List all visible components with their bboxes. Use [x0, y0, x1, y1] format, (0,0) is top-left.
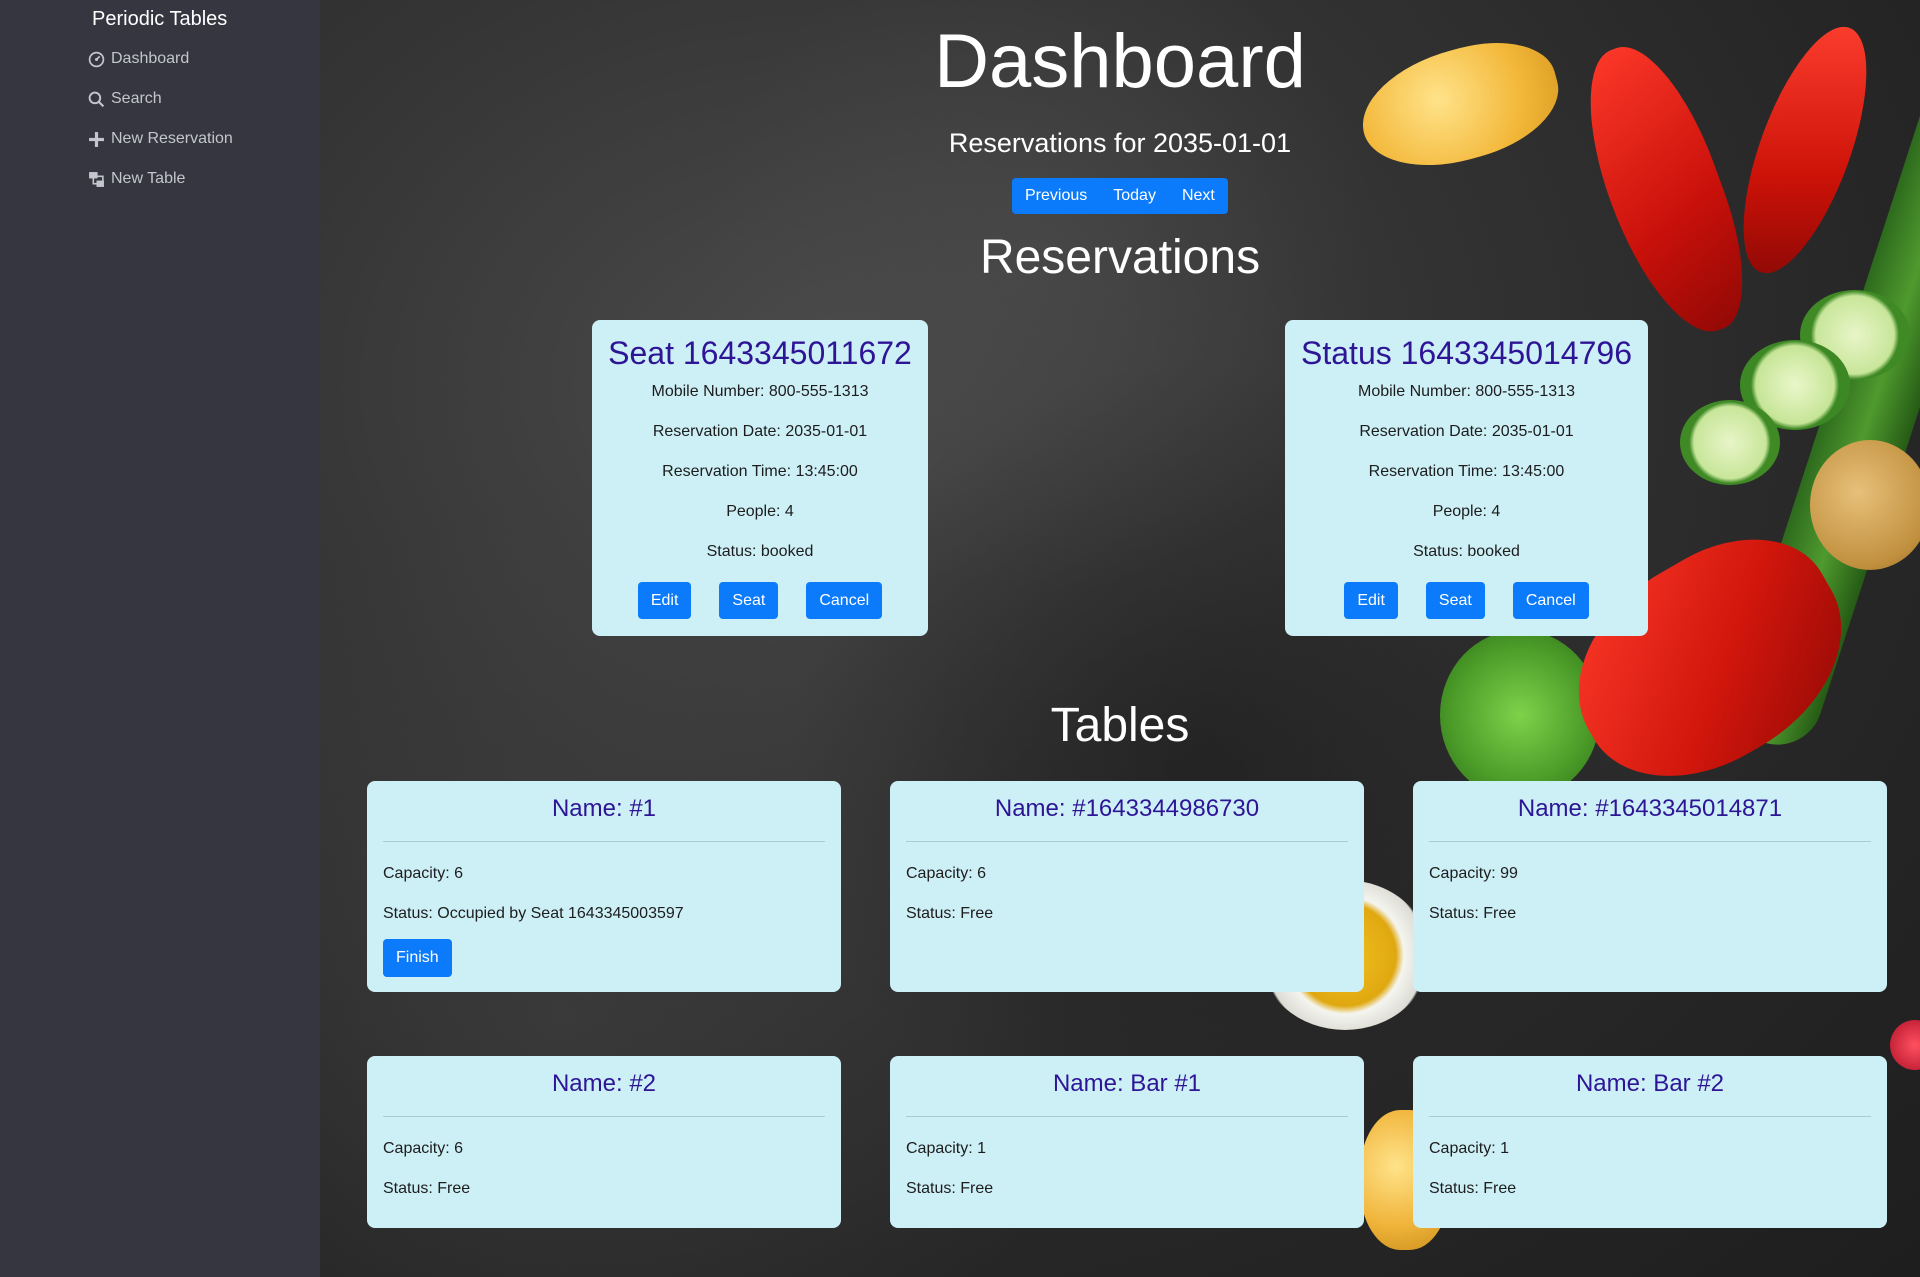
reservation-time: Reservation Time: 13:45:00 [662, 463, 858, 480]
next-button[interactable]: Next [1168, 178, 1228, 214]
table-status: Status: Free [1429, 1180, 1517, 1197]
radish-image [1890, 1020, 1920, 1070]
sidebar-item-label: New Table [111, 170, 186, 187]
finish-button[interactable]: Finish [383, 939, 452, 977]
today-button[interactable]: Today [1100, 178, 1169, 214]
reservation-card: Status 1643345014796 Mobile Number: 800-… [1285, 320, 1648, 636]
table-card: Name: Bar #1 Capacity: 1 Status: Free [890, 1056, 1364, 1228]
main-content: Dashboard Reservations for 2035-01-01 Pr… [320, 0, 1920, 1277]
potato-image [1810, 440, 1920, 570]
cancel-button[interactable]: Cancel [806, 582, 883, 619]
seat-button[interactable]: Seat [1425, 582, 1485, 619]
cancel-button[interactable]: Cancel [1512, 582, 1589, 619]
reservation-date: Reservation Date: 2035-01-01 [652, 423, 868, 440]
table-card: Name: #1643344986730 Capacity: 6 Status:… [890, 781, 1364, 992]
table-name: Name: #1643345014871 [1429, 781, 1871, 842]
table-status: Status: Free [1429, 905, 1517, 922]
table-capacity: Capacity: 1 [1429, 1140, 1510, 1157]
sidebar-item-search[interactable]: Search [88, 90, 162, 108]
dashboard-icon [88, 51, 105, 67]
reservation-card: Seat 1643345011672 Mobile Number: 800-55… [592, 320, 928, 636]
table-name: Name: #2 [383, 1056, 825, 1117]
table-status: Status: Occupied by Seat 1643345003597 [383, 905, 684, 922]
table-capacity: Capacity: 6 [906, 865, 987, 882]
reservation-heading: Seat 1643345011672 [608, 335, 912, 371]
table-capacity: Capacity: 6 [383, 1140, 464, 1157]
sidebar-item-new-table[interactable]: New Table [88, 170, 185, 188]
brand-title[interactable]: Periodic Tables [92, 8, 227, 31]
page-title: Dashboard [934, 19, 1306, 104]
zucchini-slice-image [1680, 400, 1780, 485]
plus-icon [89, 131, 104, 147]
mobile-number: Mobile Number: 800-555-1313 [1357, 383, 1575, 400]
reservation-date: Reservation Date: 2035-01-01 [1359, 423, 1574, 440]
table-status: Status: Free [383, 1180, 471, 1197]
tables-heading: Tables [1050, 699, 1190, 752]
sidebar-item-label: Dashboard [111, 50, 190, 67]
sidebar-item-new-reservation[interactable]: New Reservation [88, 130, 233, 148]
sidebar-item-label: Search [111, 90, 162, 107]
search-icon [88, 91, 105, 107]
table-card: Name: #1643345014871 Capacity: 99 Status… [1413, 781, 1887, 992]
table-card: Name: #1 Capacity: 6 Status: Occupied by… [367, 781, 841, 992]
previous-button[interactable]: Previous [1012, 178, 1101, 214]
table-status: Status: Free [906, 1180, 994, 1197]
table-name: Name: #1 [383, 781, 825, 842]
seat-button[interactable]: Seat [719, 582, 779, 619]
reservation-status: Status: booked [1413, 543, 1520, 560]
sidebar-item-dashboard[interactable]: Dashboard [88, 50, 189, 68]
edit-button[interactable]: Edit [1344, 582, 1398, 619]
reservation-status: Status: booked [706, 543, 814, 560]
sidebar-item-label: New Reservation [111, 130, 233, 147]
reservation-time: Reservation Time: 13:45:00 [1368, 463, 1565, 480]
table-capacity: Capacity: 1 [906, 1140, 987, 1157]
table-status: Status: Free [906, 905, 994, 922]
edit-button[interactable]: Edit [637, 582, 692, 619]
table-name: Name: #1643344986730 [906, 781, 1348, 842]
reservations-heading: Reservations [979, 231, 1261, 284]
reservation-actions: Edit Seat Cancel [1285, 582, 1648, 619]
people-count: People: 4 [726, 503, 794, 520]
table-capacity: Capacity: 99 [1429, 865, 1518, 882]
reservation-heading: Status 1643345014796 [1301, 335, 1632, 371]
reservation-actions: Edit Seat Cancel [592, 582, 928, 619]
table-capacity: Capacity: 6 [383, 865, 464, 882]
sidebar: Periodic Tables Dashboard Search New Res… [0, 0, 320, 1277]
table-card: Name: #2 Capacity: 6 Status: Free [367, 1056, 841, 1228]
table-name: Name: Bar #1 [906, 1056, 1348, 1117]
layers-icon [89, 171, 104, 187]
table-card: Name: Bar #2 Capacity: 1 Status: Free [1413, 1056, 1887, 1228]
reservations-date-heading: Reservations for 2035-01-01 [948, 128, 1292, 158]
date-nav-group: Previous Today Next [1012, 178, 1228, 214]
people-count: People: 4 [1432, 503, 1501, 520]
table-name: Name: Bar #2 [1429, 1056, 1871, 1117]
mobile-number: Mobile Number: 800-555-1313 [651, 383, 869, 400]
